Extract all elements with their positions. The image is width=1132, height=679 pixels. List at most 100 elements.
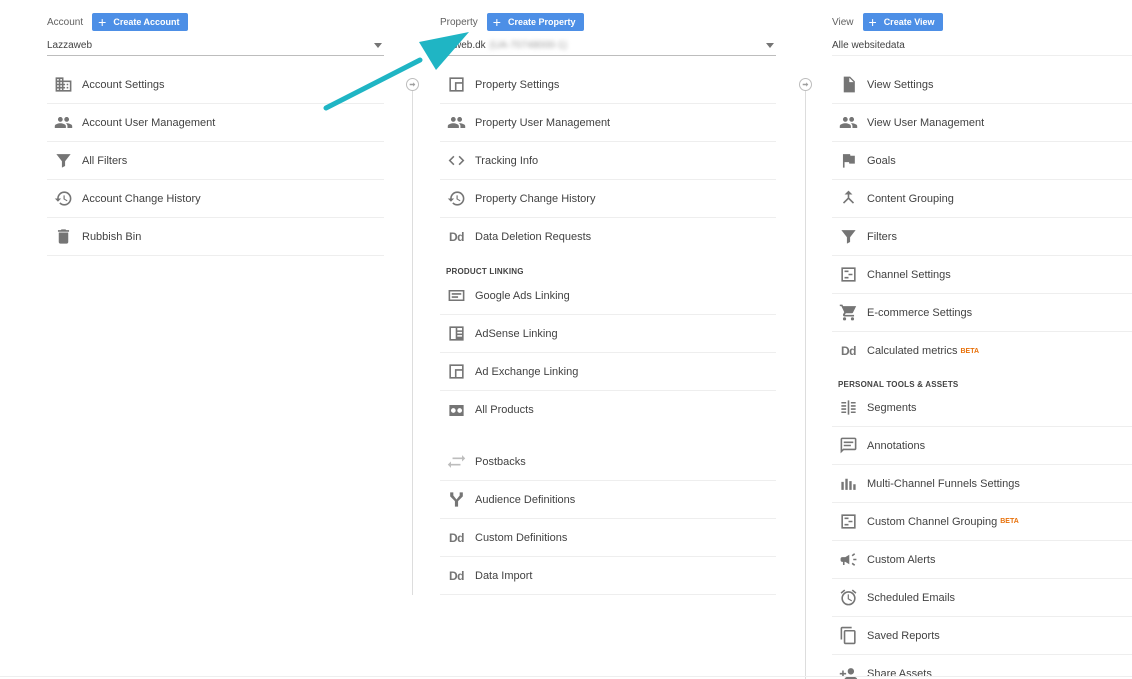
item-label: Tracking Info [475,154,539,167]
item-label: Audience Definitions [475,493,576,506]
item-label: Saved Reports [867,629,940,642]
scheduled-emails-item[interactable]: Scheduled Emails [832,579,1132,617]
annotations-item[interactable]: Annotations [832,427,1132,465]
item-label: All Products [475,404,534,416]
item-label: Data Deletion Requests [475,231,592,243]
custom-channel-grouping-item[interactable]: Custom Channel Grouping BETA [832,503,1132,541]
view-settings-item[interactable]: View Settings [832,66,1132,104]
plus-icon: + [98,14,107,30]
alarm-clock-icon [839,588,858,607]
account-user-management-item[interactable]: Account User Management [47,104,384,142]
property-settings-item[interactable]: Property Settings [440,66,776,104]
cart-icon [839,303,858,322]
item-label: Property User Management [475,116,611,129]
segments-item[interactable]: Segments [832,389,1132,427]
item-label: Data Import [475,569,533,582]
property-selected-name: web.dk [454,40,486,51]
item-label: Google Ads Linking [475,289,570,302]
property-user-management-item[interactable]: Property User Management [440,104,776,142]
dropdown-caret-icon [766,43,774,48]
item-label: Property Settings [475,78,560,91]
account-header: Account + Create Account [47,13,188,31]
history-icon [447,189,466,208]
property-id-blurred: (UA-70748000-1) [489,40,567,51]
item-label: E-commerce Settings [867,306,973,319]
filters-item[interactable]: Filters [832,218,1132,256]
dropdown-caret-icon [374,43,382,48]
tracking-info-item[interactable]: Tracking Info [440,142,776,180]
account-selected: Lazzaweb [47,40,93,51]
view-user-management-item[interactable]: View User Management [832,104,1132,142]
channel-icon [839,265,858,284]
item-label: Share Assets [867,668,932,679]
custom-definitions-item[interactable]: Dd Custom Definitions [440,519,776,557]
people-icon [54,113,73,132]
data-import-item[interactable]: Dd Data Import [440,557,776,595]
channel-settings-item[interactable]: Channel Settings [832,256,1132,294]
beta-badge: BETA [1000,518,1019,525]
filter-icon [839,227,858,246]
comment-icon [839,436,858,455]
property-selector[interactable]: web.dk (UA-70748000-1) [440,38,776,56]
all-filters-item[interactable]: All Filters [47,142,384,180]
item-label: Segments [867,401,917,414]
view-selector[interactable]: Alle websitedata [832,38,1132,56]
audience-icon [447,490,466,509]
item-label: View User Management [867,116,985,129]
property-label: Property [440,16,478,28]
account-change-history-item[interactable]: Account Change History [47,180,384,218]
arrow-right-circle-icon [799,78,812,91]
item-label: Calculated metrics [867,345,958,357]
item-label: View Settings [867,78,934,91]
ad-exchange-linking-item[interactable]: Ad Exchange Linking [440,353,776,391]
megaphone-icon [839,550,858,569]
dd-icon: Dd [449,568,465,583]
data-deletion-requests-item[interactable]: Dd Data Deletion Requests [440,218,776,256]
column-divider [805,78,806,679]
personal-tools-heading: PERSONAL TOOLS & ASSETS [838,380,959,389]
item-label: Filters [867,230,897,243]
bar-chart-icon [839,474,858,493]
adsense-linking-item[interactable]: AdSense Linking [440,315,776,353]
rubbish-bin-item[interactable]: Rubbish Bin [47,218,384,256]
item-label: Goals [867,154,896,167]
audience-definitions-item[interactable]: Audience Definitions [440,481,776,519]
item-label: Rubbish Bin [82,230,142,243]
people-icon [447,113,466,132]
trash-icon [54,227,73,246]
calculated-metrics-item[interactable]: Dd Calculated metrics BETA [832,332,1132,370]
all-products-item[interactable]: All Products [440,391,776,429]
view-selected: Alle websitedata [832,40,905,51]
flag-icon [839,151,858,170]
custom-alerts-item[interactable]: Custom Alerts [832,541,1132,579]
create-view-button[interactable]: + Create View [862,13,943,31]
property-change-history-item[interactable]: Property Change History [440,180,776,218]
account-selector[interactable]: Lazzaweb [47,38,384,56]
item-label: All Filters [82,154,128,167]
dd-icon: Dd [449,230,465,244]
window-icon [447,75,466,94]
item-label: AdSense Linking [475,327,558,340]
account-settings-item[interactable]: Account Settings [47,66,384,104]
products-icon [447,401,466,420]
saved-reports-item[interactable]: Saved Reports [832,617,1132,655]
bottom-divider [0,676,1132,677]
copy-document-icon [839,626,858,645]
multi-channel-funnels-settings-item[interactable]: Multi-Channel Funnels Settings [832,465,1132,503]
item-label: Account Change History [82,192,201,205]
create-account-button[interactable]: + Create Account [92,13,188,31]
goals-item[interactable]: Goals [832,142,1132,180]
history-icon [54,189,73,208]
people-icon [839,113,858,132]
create-property-button[interactable]: + Create Property [486,13,584,31]
dd-icon: Dd [449,530,465,545]
column-divider [412,78,413,595]
code-icon [447,151,466,170]
content-grouping-item[interactable]: Content Grouping [832,180,1132,218]
item-label: Custom Alerts [867,553,936,566]
e-commerce-settings-item[interactable]: E-commerce Settings [832,294,1132,332]
product-linking-heading: PRODUCT LINKING [446,267,524,276]
google-ads-linking-item[interactable]: Google Ads Linking [440,277,776,315]
postbacks-item[interactable]: Postbacks [440,443,776,481]
adsense-icon [447,324,466,343]
